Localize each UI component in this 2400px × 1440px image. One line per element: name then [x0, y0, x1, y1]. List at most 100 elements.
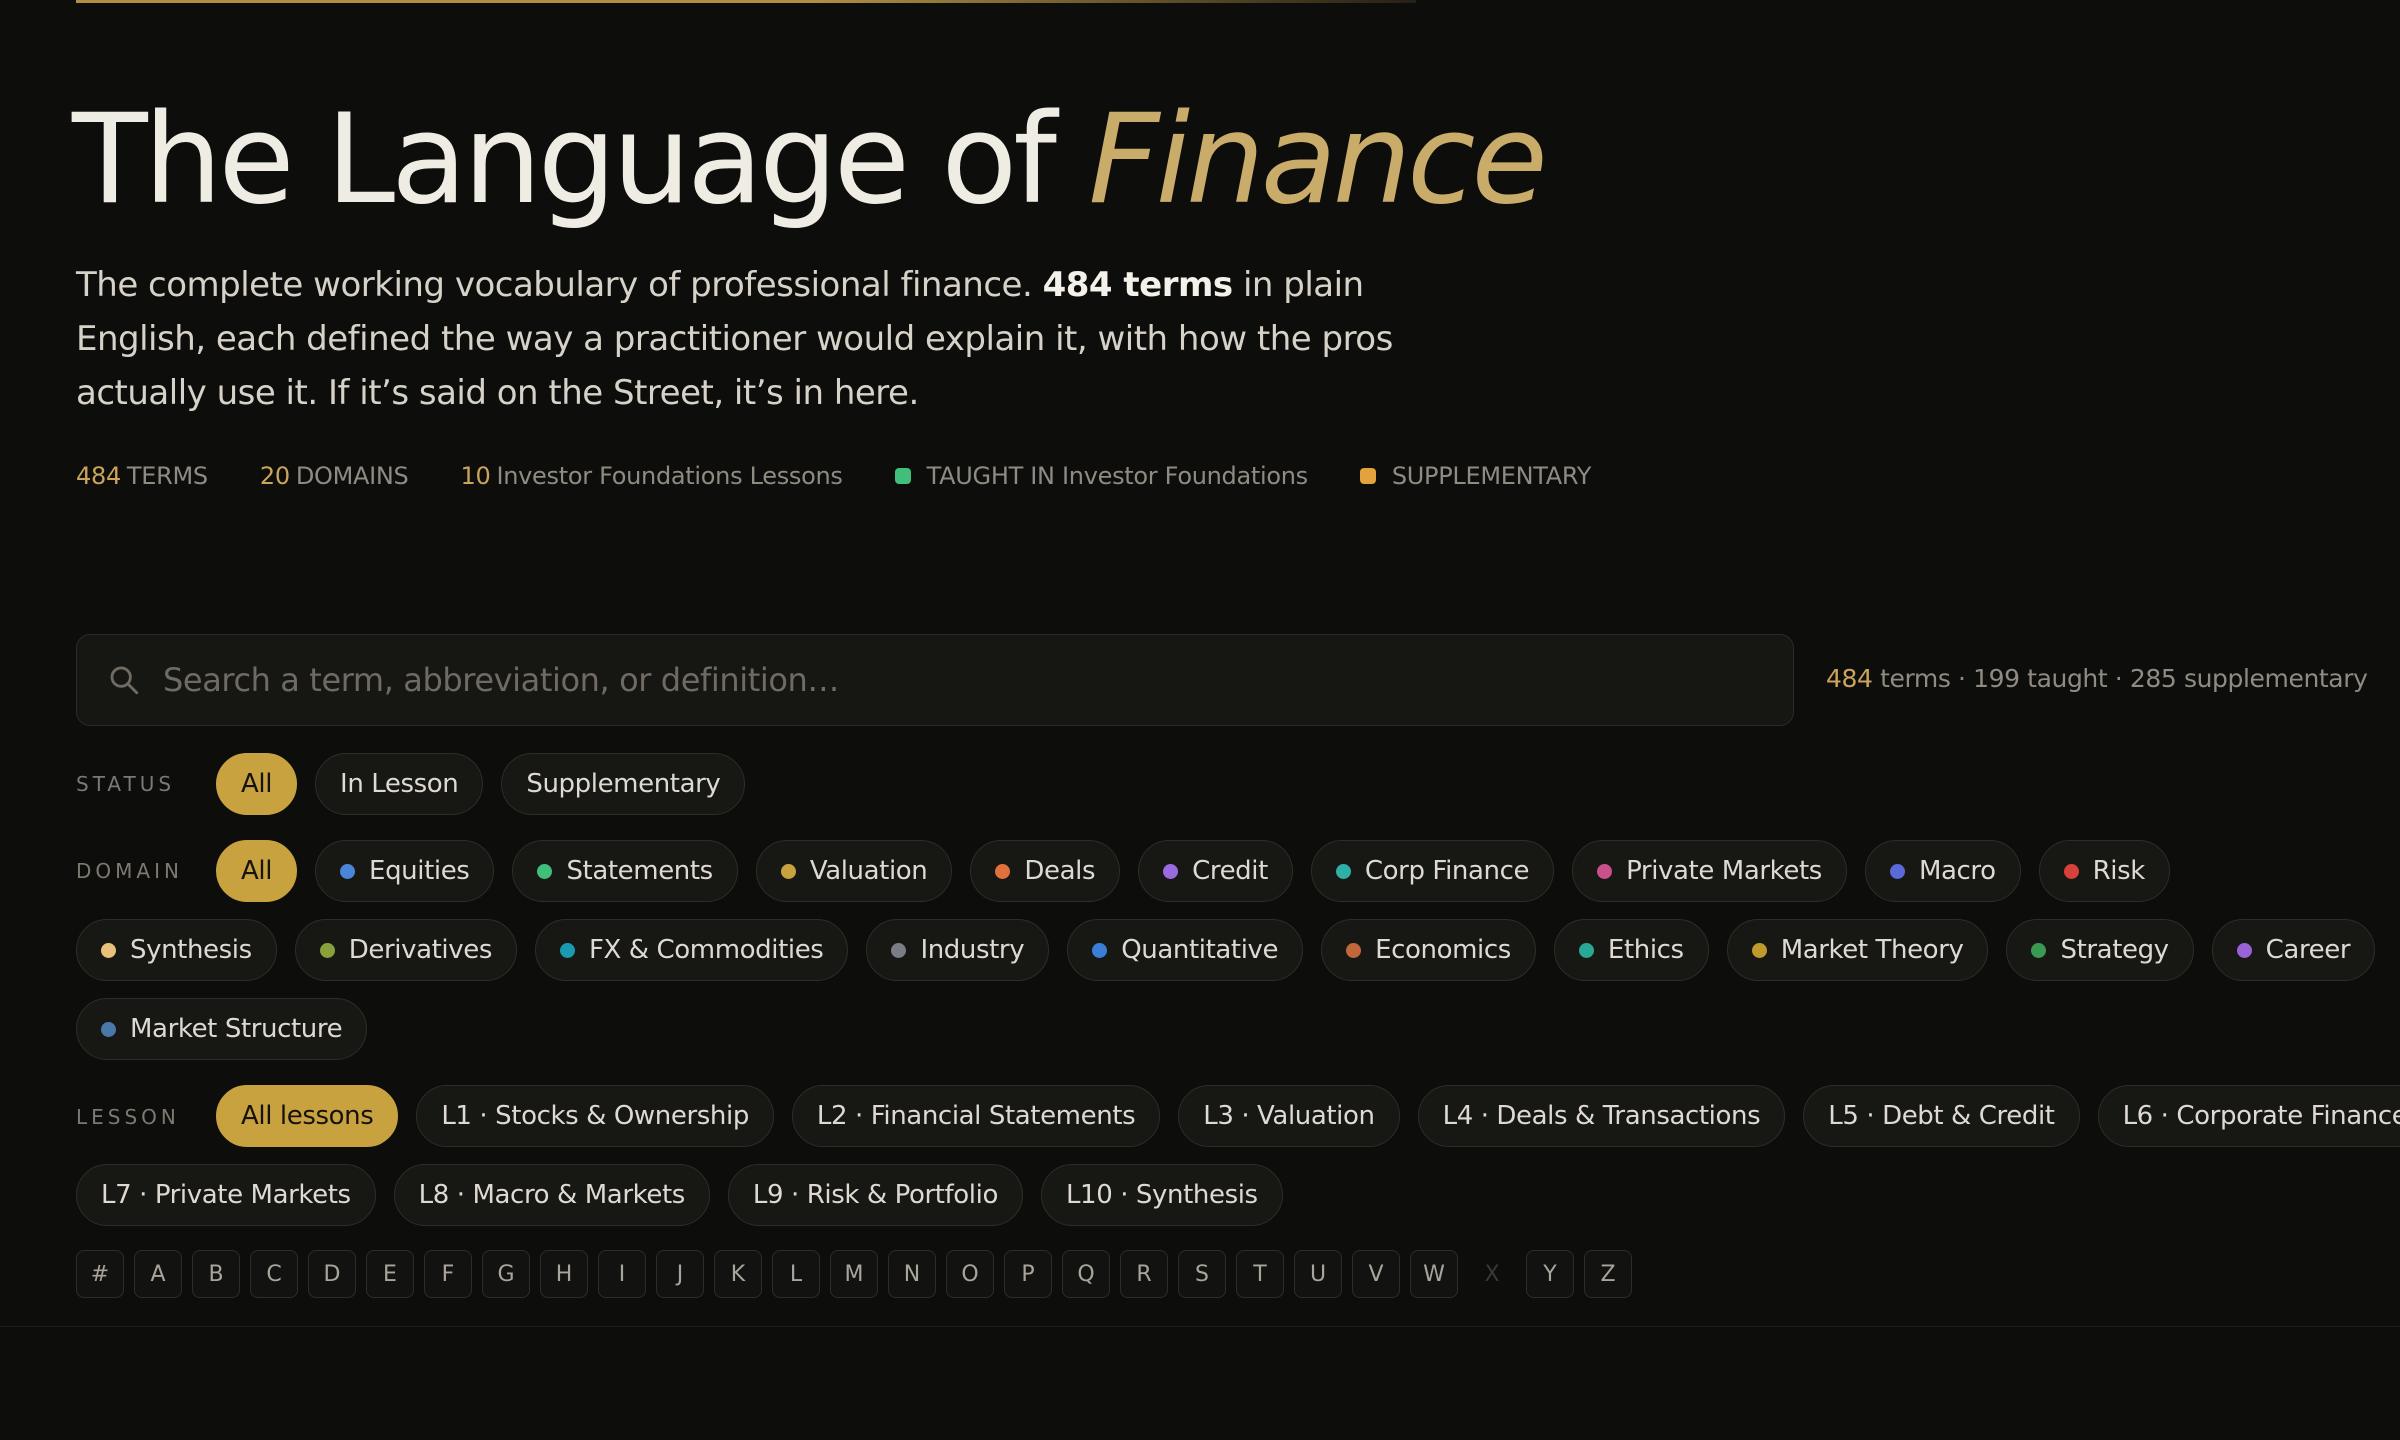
domain-chip-label: Credit: [1192, 856, 1268, 886]
domain-dot-icon: [1346, 942, 1362, 958]
stat-lessons-label: Investor Foundations Lessons: [496, 462, 843, 490]
alphabet-index: # A B C D E F G H I J K L M N O P Q R S T U V W X Y Z: [76, 1250, 1642, 1298]
domain-chip-market-theory[interactable]: Market Theory: [1726, 919, 1989, 981]
domain-filter-row-2: Synthesis Derivatives FX & Commodities I…: [76, 919, 2393, 981]
domain-chip-ethics[interactable]: Ethics: [1553, 919, 1709, 981]
domain-dot-icon: [340, 863, 356, 879]
domain-dot-icon: [1578, 942, 1594, 958]
alpha-jump-l[interactable]: L: [772, 1250, 820, 1298]
section-divider: [0, 1326, 2400, 1327]
alpha-jump-u[interactable]: U: [1294, 1250, 1342, 1298]
domain-dot-icon: [319, 942, 335, 958]
domain-chip-label: FX & Commodities: [588, 935, 824, 965]
alpha-jump-z[interactable]: Z: [1584, 1250, 1632, 1298]
domain-chip-label: Equities: [369, 856, 470, 886]
alpha-jump-o[interactable]: O: [946, 1250, 994, 1298]
domain-dot-icon: [1092, 942, 1108, 958]
domain-chip-industry[interactable]: Industry: [866, 919, 1050, 981]
status-chip-supplementary[interactable]: Supplementary: [501, 753, 746, 815]
lesson-filter-label: LESSON: [76, 1105, 180, 1129]
lesson-chip-l7[interactable]: L7 · Private Markets: [76, 1164, 376, 1226]
stat-domains-label: DOMAINS: [295, 462, 409, 490]
alpha-jump-v[interactable]: V: [1352, 1250, 1400, 1298]
alpha-jump-b[interactable]: B: [192, 1250, 240, 1298]
search-input[interactable]: [161, 634, 1793, 726]
lesson-chip-l9[interactable]: L9 · Risk & Portfolio: [727, 1164, 1023, 1226]
domain-dot-icon: [1335, 863, 1351, 879]
domain-chip-statements[interactable]: Statements: [512, 840, 738, 902]
search-box[interactable]: [76, 634, 1794, 726]
domain-chip-valuation[interactable]: Valuation: [755, 840, 953, 902]
lesson-chip-l3[interactable]: L3 · Valuation: [1178, 1085, 1400, 1147]
domain-dot-icon: [537, 863, 553, 879]
title-main: The Language of: [72, 88, 1089, 232]
status-filter-label: STATUS: [76, 772, 176, 796]
stat-lessons-num: 10: [460, 462, 491, 490]
domain-chip-macro[interactable]: Macro: [1864, 840, 2021, 902]
domain-chip-label: Private Markets: [1626, 856, 1822, 886]
alpha-jump-n[interactable]: N: [888, 1250, 936, 1298]
domain-chip-economics[interactable]: Economics: [1321, 919, 1536, 981]
legend-taught: TAUGHT IN Investor Foundations: [894, 462, 1308, 490]
alpha-jump-k[interactable]: K: [714, 1250, 762, 1298]
alpha-jump-s[interactable]: S: [1178, 1250, 1226, 1298]
lesson-chip-l10[interactable]: L10 · Synthesis: [1040, 1164, 1283, 1226]
alpha-jump-j[interactable]: J: [656, 1250, 704, 1298]
page-title: The Language of Finance: [72, 98, 1548, 222]
alpha-jump-hash[interactable]: #: [76, 1250, 124, 1298]
domain-chip-credit[interactable]: Credit: [1138, 840, 1293, 902]
domain-chip-market-structure[interactable]: Market Structure: [76, 998, 368, 1060]
lesson-chip-l2[interactable]: L2 · Financial Statements: [791, 1085, 1161, 1147]
alpha-jump-c[interactable]: C: [250, 1250, 298, 1298]
alpha-jump-w[interactable]: W: [1410, 1250, 1458, 1298]
domain-chip-label: Risk: [2092, 856, 2146, 886]
alpha-jump-p[interactable]: P: [1004, 1250, 1052, 1298]
domain-chip-label: Market Theory: [1780, 935, 1964, 965]
lesson-chip-l4[interactable]: L4 · Deals & Transactions: [1417, 1085, 1786, 1147]
status-chip-in-lesson[interactable]: In Lesson: [315, 753, 484, 815]
domain-dot-icon: [559, 942, 575, 958]
stat-terms: 484 TERMS: [76, 462, 208, 490]
alpha-jump-q[interactable]: Q: [1062, 1250, 1110, 1298]
lesson-chip-all[interactable]: All lessons: [216, 1085, 399, 1147]
domain-filter-row-3: Market Structure: [76, 998, 385, 1060]
lesson-filter-row-1: All lessons L1 · Stocks & Ownership L2 ·…: [216, 1085, 2400, 1147]
lesson-chip-l8[interactable]: L8 · Macro & Markets: [393, 1164, 710, 1226]
domain-chip-career[interactable]: Career: [2211, 919, 2376, 981]
domain-chip-label: Macro: [1918, 856, 1996, 886]
domain-chip-corp-finance[interactable]: Corp Finance: [1310, 840, 1555, 902]
alpha-jump-m[interactable]: M: [830, 1250, 878, 1298]
domain-chip-strategy[interactable]: Strategy: [2006, 919, 2194, 981]
domain-chip-private-markets[interactable]: Private Markets: [1572, 840, 1847, 902]
lesson-chip-l5[interactable]: L5 · Debt & Credit: [1803, 1085, 2080, 1147]
domain-chip-fx-commodities[interactable]: FX & Commodities: [534, 919, 849, 981]
domain-chip-all[interactable]: All: [216, 840, 298, 902]
intro-paragraph: The complete working vocabulary of profe…: [76, 258, 1476, 420]
domain-chip-label: Economics: [1375, 935, 1511, 965]
search-icon: [110, 666, 139, 695]
alpha-jump-y[interactable]: Y: [1526, 1250, 1574, 1298]
domain-chip-risk[interactable]: Risk: [2038, 840, 2170, 902]
domain-chip-equities[interactable]: Equities: [315, 840, 495, 902]
domain-dot-icon: [995, 863, 1011, 879]
alpha-jump-r[interactable]: R: [1120, 1250, 1168, 1298]
lesson-chip-l6[interactable]: L6 · Corporate Finance: [2097, 1085, 2400, 1147]
stats-bar: 484 TERMS 20 DOMAINS 10 Investor Foundat…: [76, 462, 1643, 490]
alpha-jump-d[interactable]: D: [308, 1250, 356, 1298]
domain-chip-quantitative[interactable]: Quantitative: [1067, 919, 1304, 981]
domain-chip-derivatives[interactable]: Derivatives: [294, 919, 517, 981]
alpha-jump-a[interactable]: A: [134, 1250, 182, 1298]
domain-chip-synthesis[interactable]: Synthesis: [76, 919, 277, 981]
lesson-chip-l1[interactable]: L1 · Stocks & Ownership: [416, 1085, 774, 1147]
status-chip-all[interactable]: All: [216, 753, 298, 815]
alpha-jump-h[interactable]: H: [540, 1250, 588, 1298]
domain-chip-label: Industry: [920, 935, 1025, 965]
domain-chip-deals[interactable]: Deals: [970, 840, 1121, 902]
result-count-num: 484: [1826, 664, 1873, 693]
alpha-jump-g[interactable]: G: [482, 1250, 530, 1298]
alpha-jump-i[interactable]: I: [598, 1250, 646, 1298]
alpha-jump-e[interactable]: E: [366, 1250, 414, 1298]
stat-lessons: 10 Investor Foundations Lessons: [461, 462, 843, 490]
alpha-jump-f[interactable]: F: [424, 1250, 472, 1298]
alpha-jump-t[interactable]: T: [1236, 1250, 1284, 1298]
